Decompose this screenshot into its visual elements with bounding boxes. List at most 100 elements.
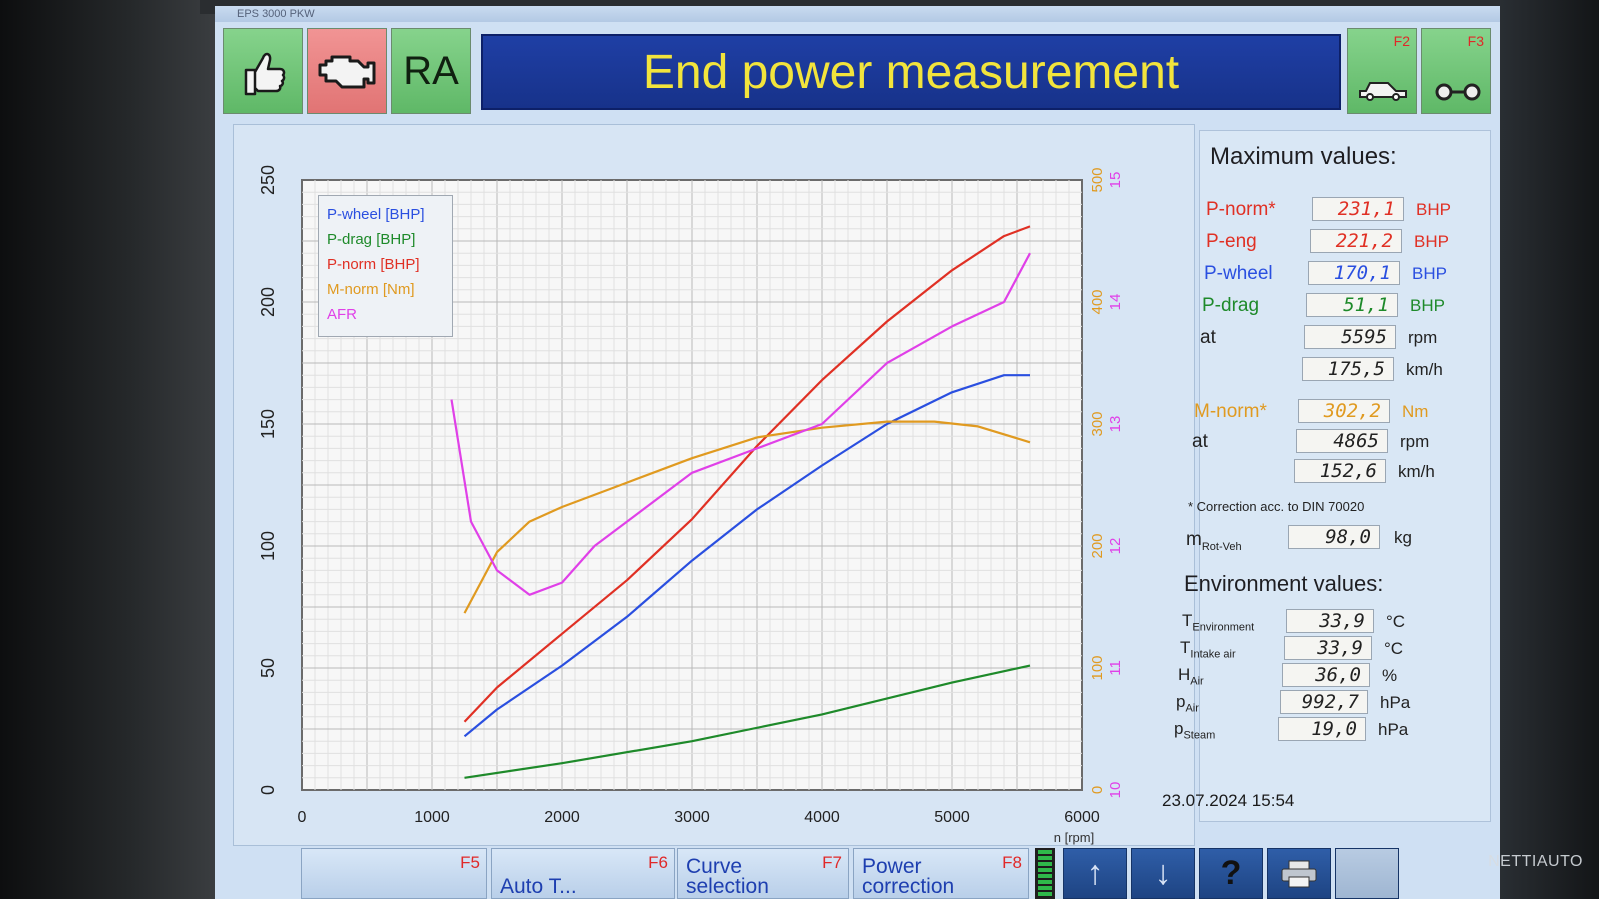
help-icon: ? — [1220, 854, 1242, 892]
x-tick-label: 6000 — [1064, 809, 1100, 826]
arrow-up-icon: ↑ — [1086, 854, 1104, 892]
toolbar: RA End power measurement F2 F3 — [223, 28, 1492, 114]
legend-p-drag: P-drag [BHP] — [327, 231, 416, 248]
environment-values-title: Environment values: — [1184, 571, 1384, 596]
app-window: EPS 3000 PKW RA End power measurement F2 — [215, 6, 1500, 899]
torque-tick-label: 500 — [1089, 167, 1106, 192]
power-correction-label: Power correction — [862, 855, 955, 898]
f8-key-label: F8 — [1002, 853, 1022, 872]
torque-tick-label: 400 — [1089, 289, 1106, 314]
env-unit-3: hPa — [1380, 693, 1411, 712]
y-tick-label: 100 — [258, 531, 278, 561]
y-tick-label: 200 — [258, 287, 278, 317]
help-button[interactable]: ? — [1199, 848, 1263, 899]
m-rpm-value: 4865 — [1296, 429, 1388, 453]
env-value-2: 36,0 — [1282, 663, 1370, 687]
torque-tick-label: 0 — [1089, 786, 1106, 794]
curve-selection-button[interactable]: F7 Curve selection — [677, 848, 849, 899]
env-label-1: TIntake air — [1180, 638, 1236, 660]
m-speed-unit: km/h — [1398, 462, 1435, 481]
monitor-bezel-left — [0, 0, 215, 899]
m-rot-subscript: Rot-Veh — [1201, 540, 1242, 553]
torque-tick-label: 200 — [1089, 533, 1106, 558]
f2-key-label: F2 — [1393, 33, 1410, 49]
ra-button[interactable]: RA — [391, 28, 471, 114]
legend-afr: AFR — [327, 306, 357, 323]
env-label-2: HAir — [1178, 665, 1204, 687]
torque-tick-label: 300 — [1089, 411, 1106, 436]
print-button[interactable] — [1267, 848, 1331, 899]
curve-selection-label: Curve selection — [686, 855, 769, 898]
y-tick-label: 250 — [258, 165, 278, 195]
max-values-title: Maximum values: — [1210, 143, 1397, 170]
f6-key-label: F6 — [648, 853, 668, 872]
p-eng-unit: BHP — [1414, 232, 1449, 251]
legend-m-norm: M-norm [Nm] — [327, 281, 415, 298]
env-label-0: TEnvironment — [1182, 611, 1254, 633]
p-at-label: at — [1200, 327, 1216, 348]
measurement-timestamp: 23.07.2024 15:54 — [1162, 791, 1295, 810]
afr-tick-label: 15 — [1107, 172, 1124, 189]
env-value-4: 19,0 — [1278, 717, 1366, 741]
m-norm-unit: Nm — [1402, 402, 1429, 421]
afr-tick-label: 14 — [1107, 294, 1124, 311]
env-subscript-1: Intake air — [1190, 648, 1236, 661]
scroll-down-button[interactable]: ↓ — [1131, 848, 1195, 899]
p-drag-unit: BHP — [1410, 296, 1445, 315]
p-eng-value: 221,2 — [1310, 229, 1402, 253]
m-rot-label: mRot-Veh — [1186, 529, 1242, 553]
x-tick-label: 4000 — [804, 809, 840, 826]
f6-button[interactable]: F6 Auto T... — [491, 848, 675, 899]
m-at-label: at — [1192, 431, 1208, 452]
env-label-3: pAir — [1176, 692, 1199, 714]
legend-p-wheel: P-wheel [BHP] — [327, 206, 425, 223]
p-norm-unit: BHP — [1416, 200, 1451, 219]
x-tick-label: 0 — [298, 809, 307, 826]
p-wheel-label: P-wheel — [1204, 263, 1273, 284]
p-rpm-unit: rpm — [1408, 328, 1438, 347]
x-tick-label: 5000 — [934, 809, 970, 826]
p-drag-value: 51,1 — [1306, 293, 1398, 317]
function-key-bar: F5 F6 Auto T... F7 Curve selection F8 Po… — [215, 848, 1500, 899]
f3-rollers-button[interactable]: F3 — [1421, 28, 1491, 114]
values-panel: Maximum values: P-norm* 231,1 BHP P-eng … — [1162, 130, 1491, 822]
f7-key-label: F7 — [822, 853, 842, 872]
env-value-1: 33,9 — [1284, 636, 1372, 660]
env-unit-4: hPa — [1378, 720, 1409, 739]
arrow-down-icon: ↓ — [1154, 854, 1172, 892]
ra-label: RA — [403, 48, 459, 93]
correction-note: * Correction acc. to DIN 70020 — [1188, 499, 1365, 514]
f2-car-button[interactable]: F2 — [1347, 28, 1417, 114]
printer-icon — [1281, 860, 1317, 887]
env-subscript-0: Environment — [1192, 621, 1255, 634]
p-eng-label: P-eng — [1206, 231, 1257, 252]
p-wheel-unit: BHP — [1412, 264, 1447, 283]
p-speed-unit: km/h — [1406, 360, 1443, 379]
engine-icon — [318, 55, 376, 89]
afr-tick-label: 10 — [1107, 782, 1124, 799]
env-unit-2: % — [1382, 666, 1398, 685]
chart-panel: 0 1000 2000 3000 4000 5000 6000 0 50 100 150 200 250… — [233, 124, 1195, 846]
thumbs-up-icon — [244, 52, 286, 96]
power-correction-button[interactable]: F8 Power correction — [853, 848, 1029, 899]
p-drag-label: P-drag — [1202, 295, 1260, 316]
legend-p-norm: P-norm [BHP] — [327, 256, 420, 273]
engine-button[interactable] — [307, 28, 387, 114]
env-symbol-1: T — [1180, 638, 1191, 657]
f5-button[interactable]: F5 — [301, 848, 487, 899]
x-axis-label: n [rpm] — [1054, 830, 1094, 845]
rollers-icon — [1435, 83, 1481, 101]
m-rot-value: 98,0 — [1288, 525, 1380, 549]
y-tick-label: 150 — [258, 409, 278, 439]
scroll-up-button[interactable]: ↑ — [1063, 848, 1127, 899]
thumbs-up-button[interactable] — [223, 28, 303, 114]
env-label-4: pSteam — [1174, 719, 1215, 741]
x-tick-label: 1000 — [414, 809, 450, 826]
disabled-button — [1335, 848, 1399, 899]
f3-key-label: F3 — [1467, 33, 1484, 49]
x-tick-label: 2000 — [544, 809, 580, 826]
x-tick-label: 3000 — [674, 809, 710, 826]
p-speed-value: 175,5 — [1302, 357, 1394, 381]
p-wheel-value: 170,1 — [1308, 261, 1400, 285]
p-rpm-value: 5595 — [1304, 325, 1396, 349]
